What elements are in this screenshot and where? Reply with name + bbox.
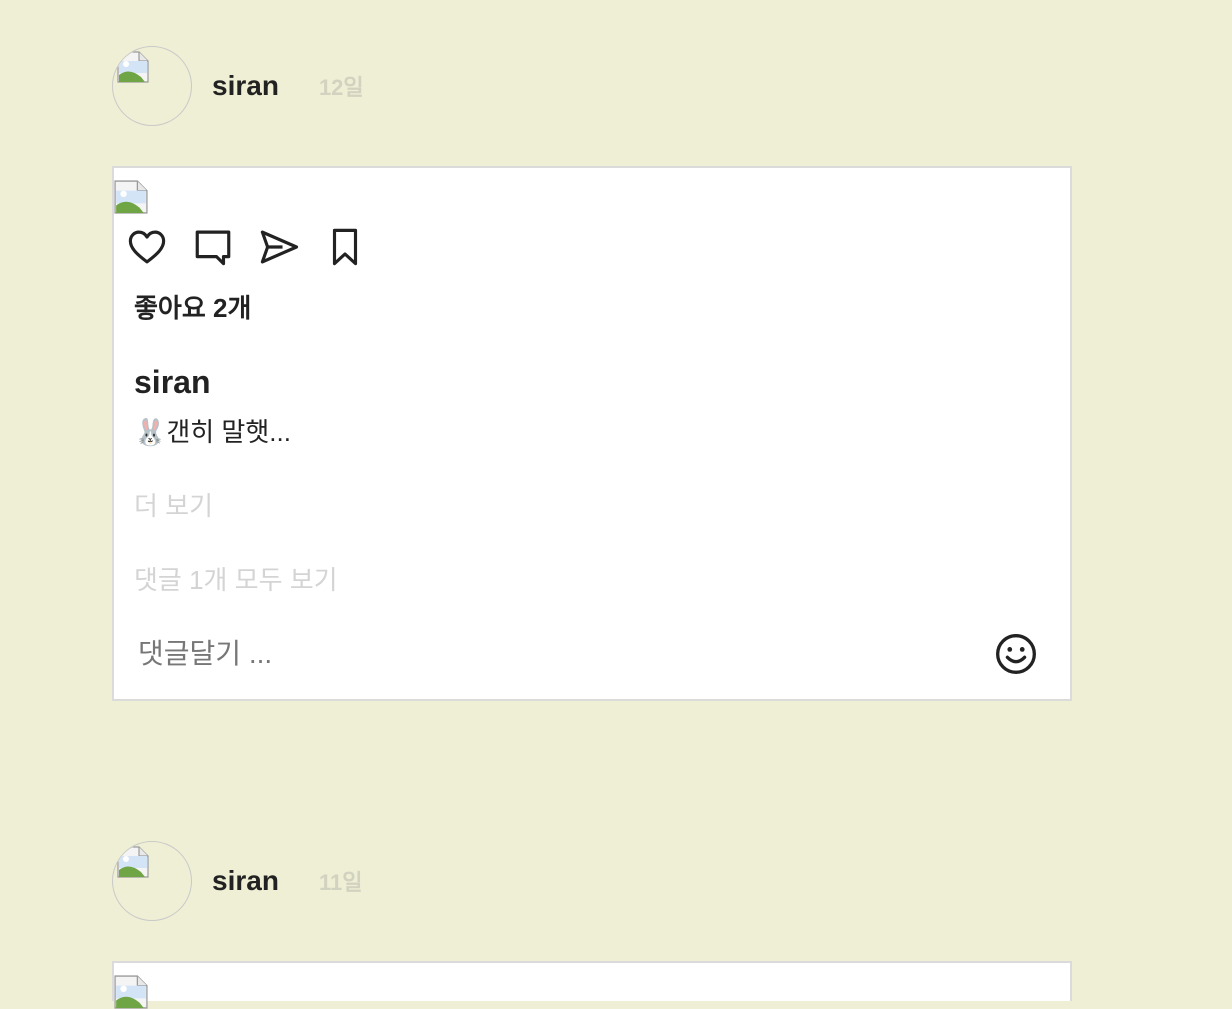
action-bar	[126, 226, 366, 268]
post-author[interactable]: siran	[212, 70, 279, 102]
post-author[interactable]: siran	[212, 865, 279, 897]
post-header: siran 12일	[112, 46, 364, 126]
more-link[interactable]: 더 보기	[134, 486, 213, 523]
post-card	[112, 961, 1072, 1009]
smiley-icon[interactable]	[994, 632, 1038, 676]
post-image	[114, 975, 148, 1009]
avatar[interactable]	[112, 46, 192, 126]
heart-icon[interactable]	[126, 226, 168, 268]
avatar[interactable]	[112, 841, 192, 921]
comment-input[interactable]	[134, 626, 902, 682]
broken-image-icon	[117, 51, 149, 83]
bookmark-icon[interactable]	[324, 226, 366, 268]
post-time: 11일	[318, 870, 363, 895]
post-time: 12일	[318, 75, 364, 100]
post-card: 좋아요 2개 siran 🐰갠히 말햇... 더 보기 댓글 1개 모두 보기	[112, 166, 1072, 701]
caption-text: 🐰갠히 말햇...	[134, 417, 291, 447]
comment-icon[interactable]	[192, 226, 234, 268]
send-icon[interactable]	[258, 226, 300, 268]
broken-image-icon	[117, 846, 149, 878]
caption-author[interactable]: siran	[134, 364, 210, 401]
post-image	[114, 180, 148, 214]
like-count[interactable]: 좋아요 2개	[134, 288, 251, 325]
view-comments-link[interactable]: 댓글 1개 모두 보기	[134, 560, 338, 597]
post-header: siran 11일	[112, 841, 362, 921]
